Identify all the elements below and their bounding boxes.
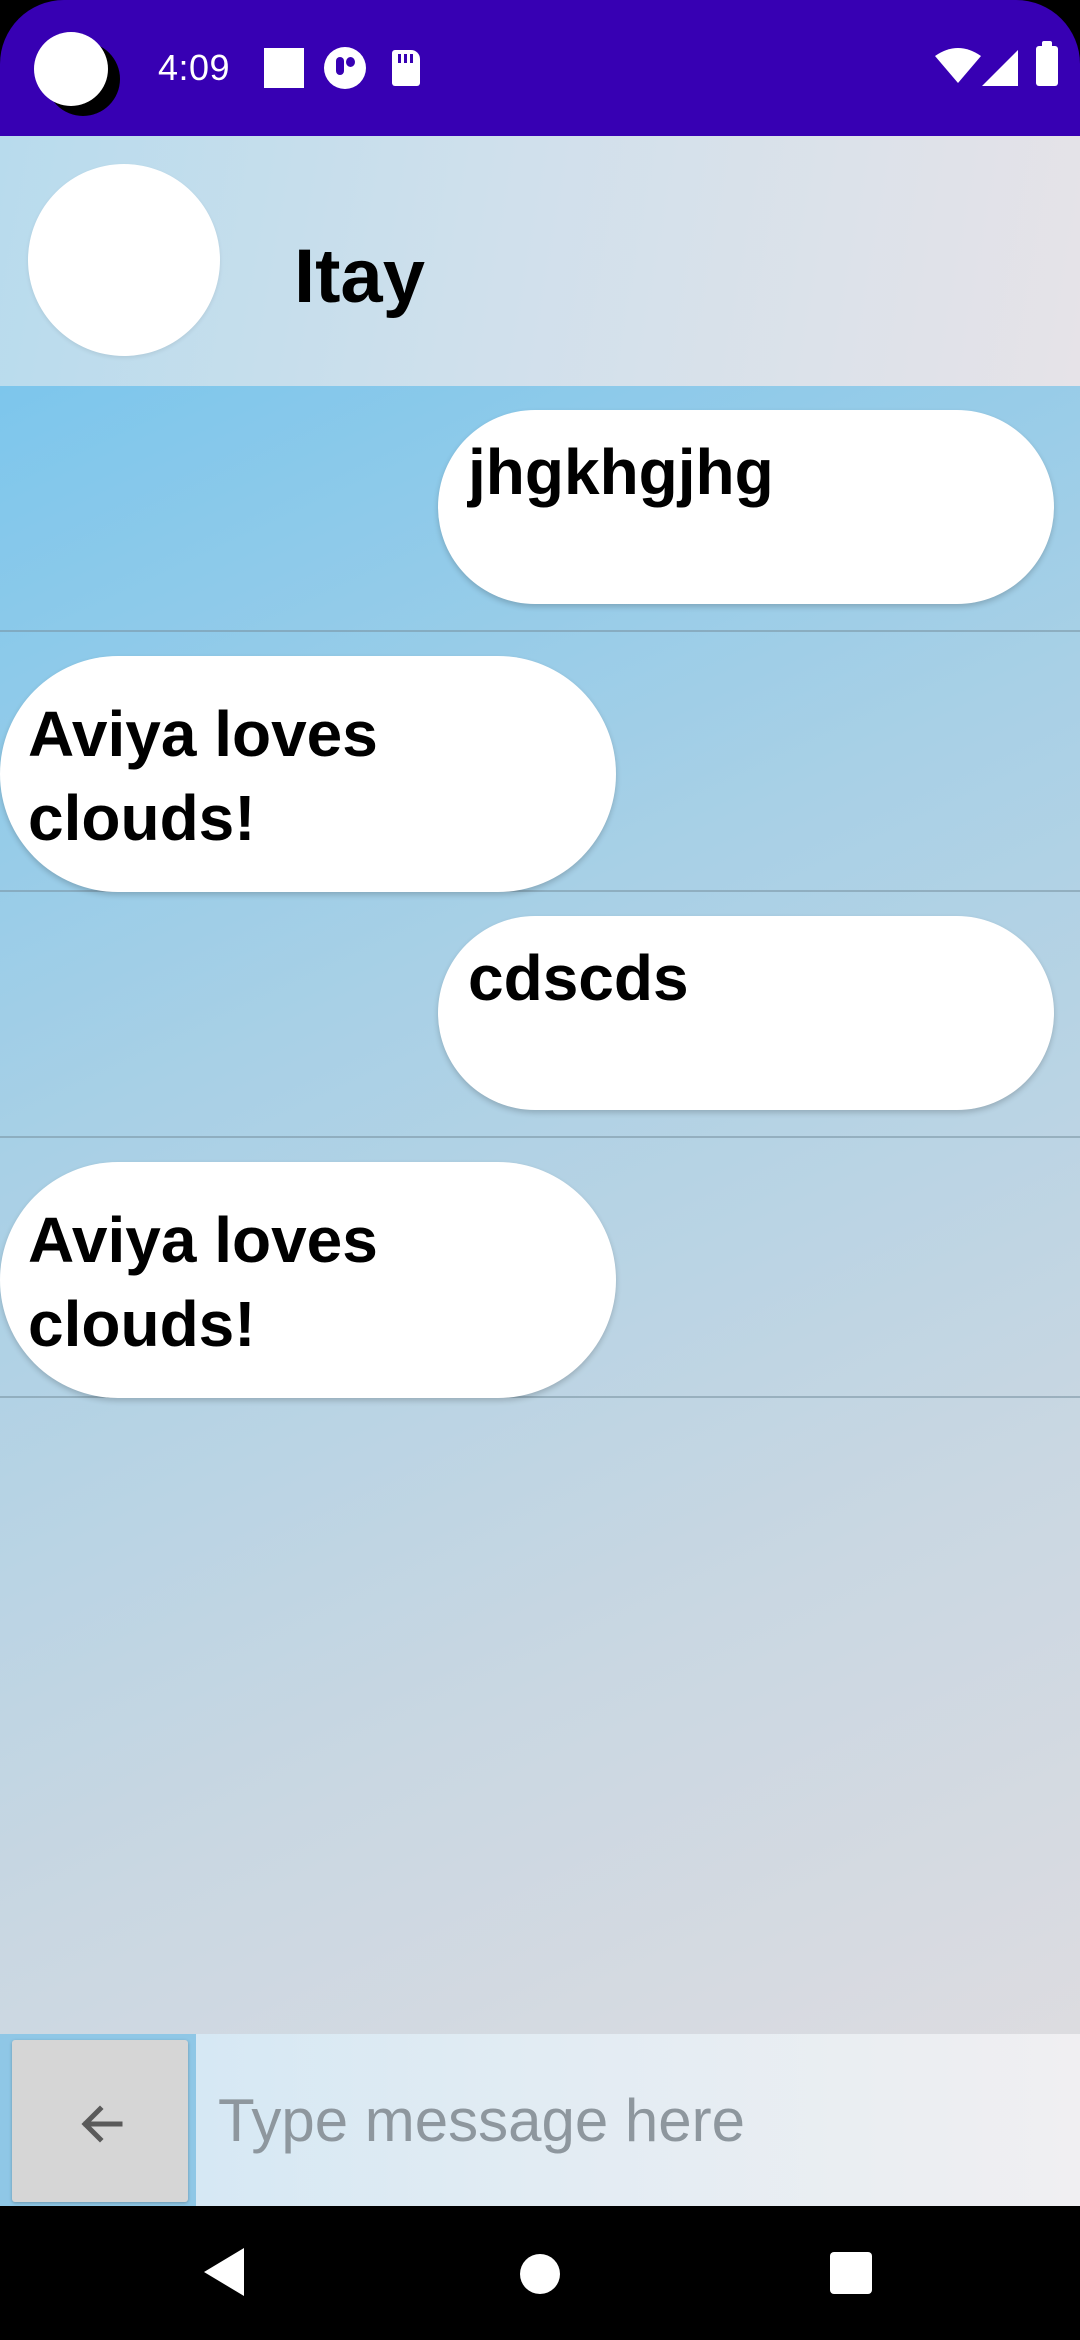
- arrow-left-icon: [81, 2105, 123, 2143]
- status-bar: 4:09: [0, 0, 1080, 136]
- received-message-bubble[interactable]: Aviya loves clouds!: [0, 656, 616, 892]
- back-button-surface[interactable]: [12, 2040, 188, 2202]
- received-message-bubble[interactable]: Aviya loves clouds!: [0, 1162, 616, 1398]
- battery-icon: [1036, 41, 1058, 86]
- message-row: Aviya loves clouds!: [0, 1138, 1080, 1398]
- message-input[interactable]: [196, 2034, 1080, 2206]
- back-button[interactable]: [0, 2034, 196, 2206]
- sd-card-icon: [392, 50, 420, 86]
- chat-header: Itay: [0, 136, 1080, 386]
- nav-recents-icon[interactable]: [830, 2252, 872, 2294]
- status-time: 4:09: [158, 47, 231, 88]
- message-row: jhgkhgjhg: [0, 386, 1080, 632]
- chat-screen: Itay jhgkhgjhg Aviya loves clouds! cdscd…: [0, 136, 1080, 2206]
- wifi-icon: [935, 48, 981, 83]
- sent-message-bubble[interactable]: cdscds: [438, 916, 1054, 1110]
- message-row: Aviya loves clouds!: [0, 632, 1080, 892]
- square-notification-icon: [264, 48, 304, 88]
- camera-cutout-icon: [34, 32, 108, 106]
- nav-back-icon[interactable]: [202, 2246, 246, 2298]
- phone-screen: 4:09 Itay jhgkhgjhg Aviya loves clouds! …: [0, 0, 1080, 2340]
- message-list[interactable]: jhgkhgjhg Aviya loves clouds! cdscds Avi…: [0, 386, 1080, 1398]
- message-input-bar: [0, 2034, 1080, 2206]
- nav-home-icon[interactable]: [520, 2254, 560, 2294]
- contact-name: Itay: [294, 234, 425, 319]
- contact-avatar[interactable]: [28, 164, 220, 356]
- cell-signal-icon: [982, 50, 1018, 86]
- circle-notification-icon: [324, 47, 366, 89]
- sent-message-bubble[interactable]: jhgkhgjhg: [438, 410, 1054, 604]
- system-nav-bar: [0, 2206, 1080, 2340]
- message-row: cdscds: [0, 892, 1080, 1138]
